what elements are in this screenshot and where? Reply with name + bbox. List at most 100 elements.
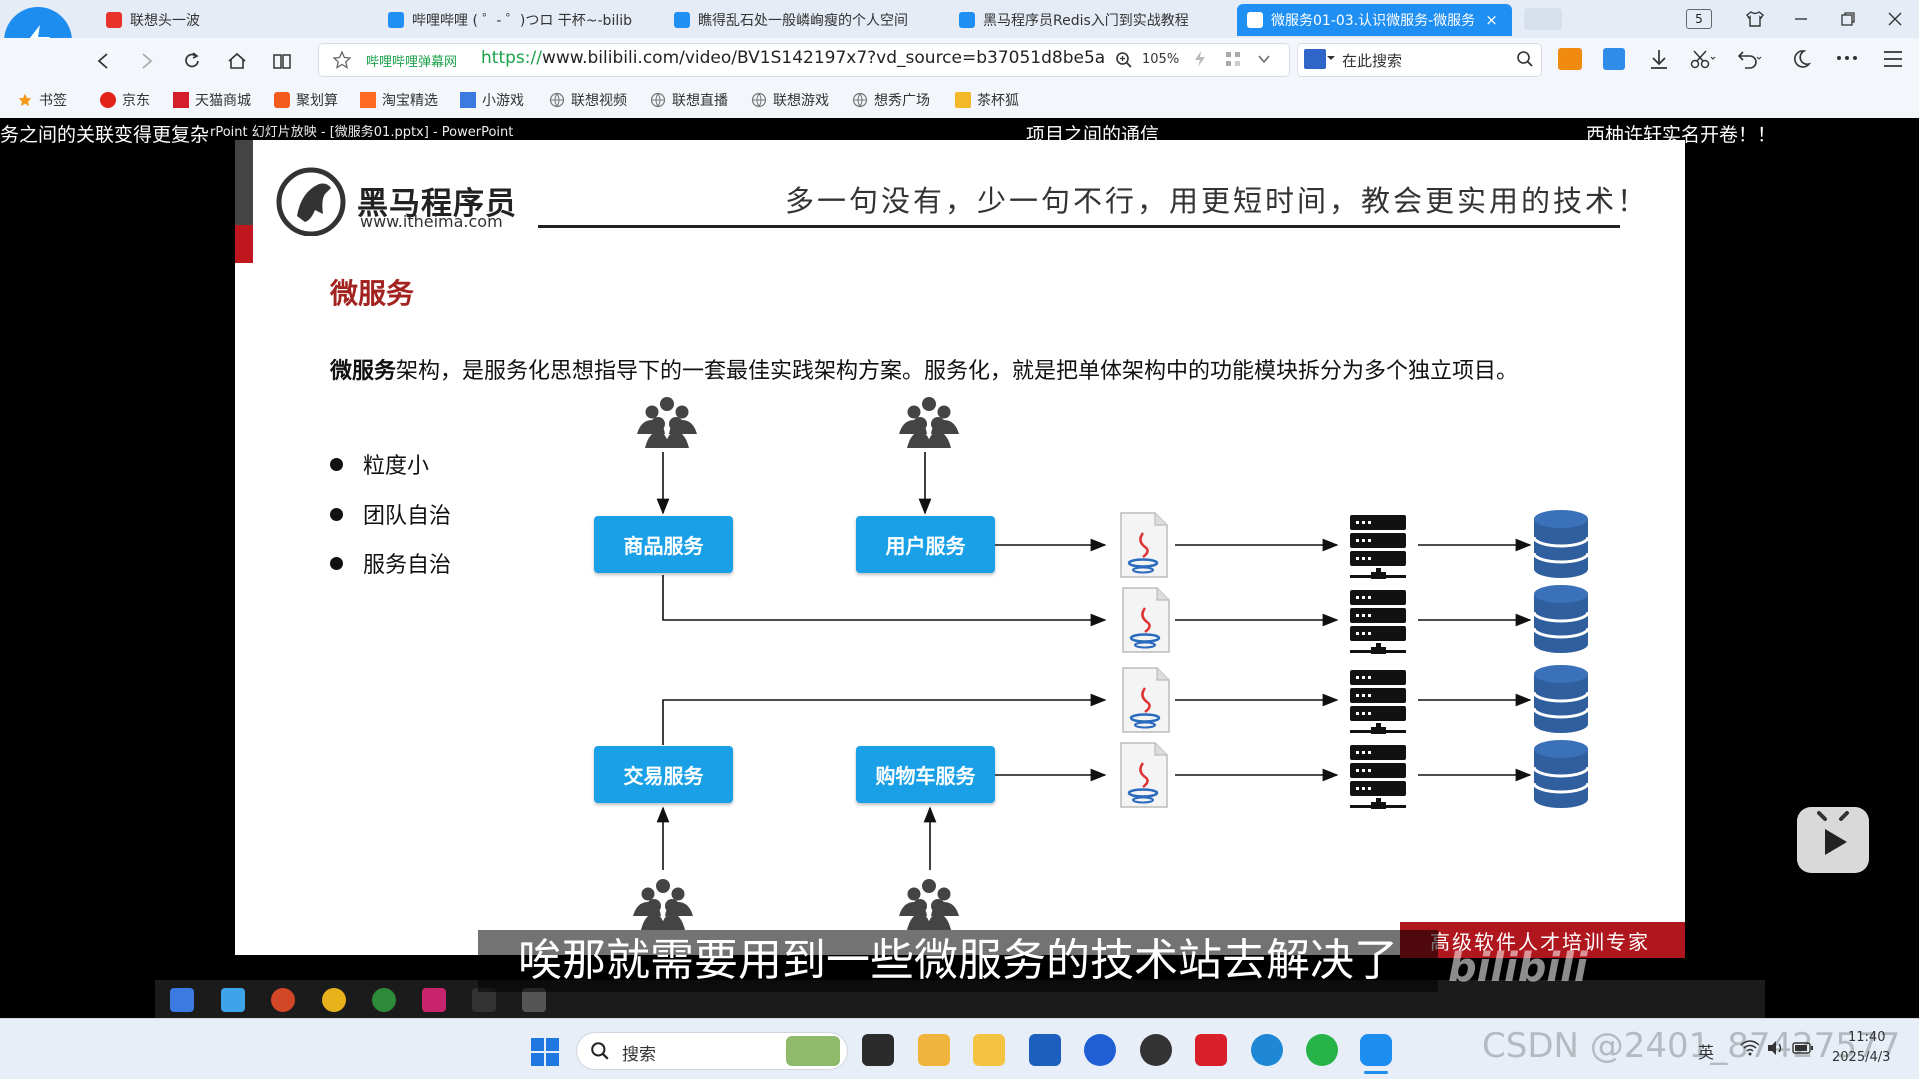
tab-active[interactable]: 微服务01-03.认识微服务-微服务 ×	[1237, 4, 1512, 36]
minimize-icon[interactable]	[1790, 8, 1812, 30]
tab-2[interactable]: 哔哩哔哩 ( ゜- ゜)つロ 干杯~-bilib	[378, 4, 640, 36]
service-box-cart: 购物车服务	[856, 746, 995, 803]
bookmark-item[interactable]: 联想直播	[650, 89, 728, 111]
tab-close-icon[interactable]: ×	[1485, 11, 1498, 29]
danmaku-comment: 项目之间的通信	[1026, 124, 1160, 146]
bookmark-item[interactable]: 天猫商城	[173, 89, 251, 111]
tab-favicon-icon	[106, 12, 122, 28]
input-language[interactable]: 英	[1698, 1039, 1714, 1063]
bullet-label: 团队自治	[363, 504, 452, 529]
game-icon	[460, 92, 476, 108]
search-input[interactable]: 在此搜索	[1342, 50, 1402, 71]
bookmark-item[interactable]: 联想视频	[549, 89, 627, 111]
bullet-dot	[330, 556, 343, 570]
site-name: 哔哩哔哩弹幕网	[366, 55, 458, 70]
service-box-trade: 交易服务	[594, 746, 733, 803]
refresh-icon[interactable]	[179, 48, 205, 74]
bookmark-label: 淘宝精选	[382, 93, 438, 109]
home-icon[interactable]	[224, 48, 250, 74]
tab-label: 瞧得乱石处一般嶙峋瘦的个人空间	[698, 13, 908, 29]
battery-icon[interactable]	[1792, 1041, 1814, 1055]
url-text[interactable]: https://www.bilibili.com/video/BV1S14219…	[481, 48, 1105, 68]
video-subtitle: 唉那就需要用到一些微服务的技术站去解决了	[478, 930, 1438, 992]
chrome-icon	[322, 988, 346, 1012]
wps-icon[interactable]	[1195, 1034, 1227, 1066]
bullet-label: 粒度小	[363, 454, 430, 479]
brand-url: www.itheima.com	[360, 212, 503, 231]
tab-label: 微服务01-03.认识微服务-微服务	[1271, 13, 1476, 29]
search-icon	[590, 1041, 610, 1061]
bookmark-item[interactable]: 想秀广场	[852, 89, 930, 111]
windows-start-icon	[170, 988, 194, 1012]
play-button[interactable]	[1797, 807, 1869, 873]
windows-start-icon[interactable]	[531, 1038, 559, 1066]
file-explorer-icon[interactable]	[973, 1034, 1005, 1066]
bookmark-star-icon[interactable]	[332, 50, 352, 70]
clock-date[interactable]: 2025/4/3	[1832, 1050, 1890, 1065]
globe-icon	[751, 92, 767, 108]
slide-side-bar	[235, 140, 253, 225]
play-icon	[1817, 811, 1849, 855]
bookmark-item[interactable]: 茶杯狐	[955, 89, 1019, 111]
zoom-icon[interactable]	[1115, 51, 1133, 69]
tab-4[interactable]: 黑马程序员Redis入门到实战教程	[949, 4, 1211, 36]
store-icon[interactable]	[1029, 1034, 1061, 1066]
tab-1[interactable]: 联想头一波	[96, 4, 358, 36]
globe-icon	[852, 92, 868, 108]
app-icon[interactable]	[1140, 1034, 1172, 1066]
service-box-product: 商品服务	[594, 516, 733, 573]
tab-count-badge[interactable]: 5	[1686, 9, 1712, 29]
back-icon[interactable]	[90, 48, 116, 74]
extension-icon[interactable]	[1558, 48, 1582, 70]
send-icon[interactable]	[1603, 48, 1625, 70]
bookmark-item[interactable]: 书签	[17, 89, 67, 111]
bookmark-item[interactable]: 京东	[100, 89, 150, 111]
volume-icon[interactable]	[1766, 1040, 1784, 1056]
search-engine-icon[interactable]	[1304, 49, 1326, 69]
taskbar-search-label: 搜索	[622, 1045, 656, 1065]
bilibili-tv-icon	[388, 12, 404, 28]
forward-icon[interactable]	[134, 48, 160, 74]
bookmark-label: 联想视频	[571, 93, 627, 109]
download-icon[interactable]	[1648, 48, 1670, 70]
restore-icon[interactable]	[1837, 8, 1859, 30]
bookmark-label: 聚划算	[296, 93, 338, 109]
task-view-icon[interactable]	[862, 1034, 894, 1066]
folder-icon	[955, 92, 971, 108]
scissors-icon[interactable]	[1690, 48, 1716, 70]
clock-time[interactable]: 11:40	[1848, 1030, 1885, 1045]
new-tab-button[interactable]	[1524, 8, 1562, 30]
undo-icon[interactable]	[1737, 48, 1763, 70]
bookmark-item[interactable]: 联想游戏	[751, 89, 829, 111]
tab-3[interactable]: 瞧得乱石处一般嶙峋瘦的个人空间	[664, 4, 926, 36]
slide-paragraph: 微服务架构，是服务化思想指导下的一套最佳实践架构方案。服务化，就是把单体架构中的…	[330, 359, 1519, 384]
chevron-down-icon[interactable]	[1327, 54, 1335, 62]
wechat-icon[interactable]	[1306, 1034, 1338, 1066]
bilibili-tv-icon	[959, 12, 975, 28]
qrcode-icon[interactable]	[1225, 51, 1241, 67]
wifi-icon[interactable]	[1740, 1040, 1760, 1056]
app-icon	[372, 988, 396, 1012]
explorer-icon	[221, 988, 245, 1012]
bookmark-item[interactable]: 聚划算	[274, 89, 338, 111]
active-app-indicator	[1364, 1071, 1388, 1074]
bookmark-item[interactable]: 小游戏	[460, 89, 524, 111]
chevron-down-icon[interactable]	[1257, 52, 1271, 66]
edge-icon[interactable]	[1251, 1034, 1283, 1066]
slide-header-rule	[538, 225, 1620, 228]
app-icon[interactable]	[918, 1034, 950, 1066]
more-icon[interactable]	[1836, 55, 1858, 61]
lenovo-browser-icon[interactable]	[1360, 1034, 1392, 1066]
shirt-icon[interactable]	[1744, 8, 1766, 30]
reading-mode-icon[interactable]	[269, 48, 295, 74]
bookmark-item[interactable]: 淘宝精选	[360, 89, 438, 111]
idea-icon	[422, 988, 446, 1012]
lightning-icon[interactable]	[1193, 50, 1207, 68]
app-icon[interactable]	[1084, 1034, 1116, 1066]
search-icon[interactable]	[1516, 50, 1534, 68]
moon-icon[interactable]	[1790, 48, 1812, 70]
zoom-level[interactable]: 105%	[1142, 52, 1179, 67]
bullet-dot	[330, 457, 343, 471]
menu-icon[interactable]	[1882, 49, 1904, 69]
close-window-icon[interactable]	[1884, 8, 1906, 30]
